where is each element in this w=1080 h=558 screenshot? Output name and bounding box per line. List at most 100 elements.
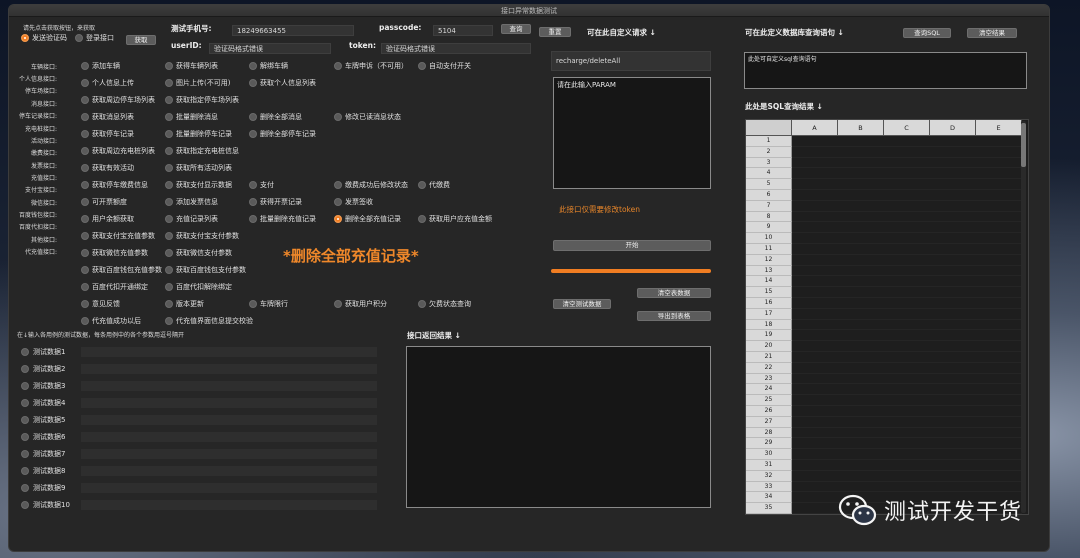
grid-cell[interactable] <box>976 319 1022 331</box>
grid-row[interactable]: 26 <box>746 405 1022 417</box>
grid-cell[interactable] <box>884 308 930 320</box>
grid-cell[interactable] <box>838 416 884 428</box>
grid-cell[interactable] <box>792 297 838 309</box>
grid-cell[interactable] <box>884 189 930 201</box>
grid-cell[interactable] <box>976 243 1022 255</box>
grid-cell[interactable] <box>884 200 930 212</box>
option-radio[interactable]: 发票签收 <box>334 198 373 207</box>
grid-row[interactable]: 23 <box>746 373 1022 385</box>
test-data-input[interactable] <box>81 398 377 408</box>
grid-cell[interactable] <box>792 179 838 190</box>
grid-cell[interactable] <box>838 427 884 439</box>
option-radio[interactable]: 可开票额度 <box>81 198 127 207</box>
grid-cell[interactable] <box>884 405 930 417</box>
grid-cell[interactable] <box>884 351 930 363</box>
test-data-input[interactable] <box>81 483 377 493</box>
grid-row[interactable]: 30 <box>746 449 1022 460</box>
grid-cell[interactable] <box>838 308 884 320</box>
option-radio[interactable]: 意见反馈 <box>81 300 120 309</box>
grid-cell[interactable] <box>930 319 976 331</box>
option-radio[interactable]: 获取支付宝支付参数 <box>165 232 239 241</box>
grid-cell[interactable] <box>884 470 930 482</box>
option-radio[interactable]: 删除全部消息 <box>249 113 302 122</box>
column-header[interactable]: A <box>792 120 838 136</box>
grid-cell[interactable] <box>792 459 838 471</box>
start-button[interactable]: 开始 <box>553 240 711 251</box>
grid-row[interactable]: 15 <box>746 287 1022 298</box>
export-button[interactable]: 导出到表格 <box>637 311 711 321</box>
grid-cell[interactable] <box>976 438 1022 450</box>
option-radio[interactable]: 代缴费 <box>418 181 450 190</box>
reset-button[interactable]: 重置 <box>539 27 571 37</box>
grid-row[interactable]: 20 <box>746 341 1022 352</box>
grid-cell[interactable] <box>976 416 1022 428</box>
test-data-input[interactable] <box>81 449 377 459</box>
test-data-row[interactable]: 测试数据4 <box>21 397 377 409</box>
grid-cell[interactable] <box>838 189 884 201</box>
grid-cell[interactable] <box>976 211 1022 223</box>
grid-cell[interactable] <box>930 211 976 223</box>
grid-cell[interactable] <box>884 157 930 169</box>
grid-row[interactable]: 4 <box>746 168 1022 180</box>
option-radio[interactable]: 用户余额获取 <box>81 215 134 224</box>
grid-cell[interactable] <box>884 449 930 460</box>
grid-cell[interactable] <box>976 189 1022 201</box>
grid-cell[interactable] <box>792 254 838 266</box>
grid-cell[interactable] <box>792 405 838 417</box>
grid-cell[interactable] <box>792 330 838 342</box>
option-radio[interactable]: 获取微信充值参数 <box>81 249 148 258</box>
option-radio[interactable]: 获取百度钱包支付参数 <box>165 266 246 275</box>
grid-cell[interactable] <box>838 405 884 417</box>
grid-cell[interactable] <box>838 351 884 363</box>
grid-cell[interactable] <box>930 351 976 363</box>
grid-cell[interactable] <box>976 179 1022 190</box>
grid-row[interactable]: 25 <box>746 395 1022 406</box>
test-data-input[interactable] <box>81 347 377 357</box>
grid-row[interactable]: 31 <box>746 459 1022 471</box>
grid-cell[interactable] <box>976 330 1022 342</box>
grid-cell[interactable] <box>792 470 838 482</box>
grid-row[interactable]: 14 <box>746 276 1022 288</box>
grid-cell[interactable] <box>884 136 930 147</box>
grid-cell[interactable] <box>976 427 1022 439</box>
grid-cell[interactable] <box>792 146 838 158</box>
param-textarea[interactable]: 请在此输入PARAM <box>553 77 711 189</box>
option-radio[interactable]: 缴费成功后修改状态 <box>334 181 408 190</box>
grid-row[interactable]: 18 <box>746 319 1022 331</box>
grid-cell[interactable] <box>792 136 838 147</box>
grid-row[interactable]: 5 <box>746 179 1022 190</box>
test-data-row[interactable]: 测试数据6 <box>21 431 377 443</box>
grid-row[interactable]: 11 <box>746 243 1022 255</box>
clear-table-button[interactable]: 清空表数据 <box>637 288 711 298</box>
grid-cell[interactable] <box>976 222 1022 234</box>
grid-cell[interactable] <box>792 492 838 504</box>
option-radio[interactable]: 添加发票信息 <box>165 198 218 207</box>
grid-cell[interactable] <box>884 287 930 298</box>
grid-cell[interactable] <box>930 341 976 352</box>
option-radio[interactable]: 获得开票记录 <box>249 198 302 207</box>
grid-cell[interactable] <box>838 222 884 234</box>
grid-cell[interactable] <box>838 297 884 309</box>
grid-cell[interactable] <box>792 243 838 255</box>
grid-cell[interactable] <box>792 168 838 180</box>
grid-cell[interactable] <box>976 308 1022 320</box>
option-radio-selected[interactable]: 删除全部充值记录 <box>334 215 401 224</box>
option-radio[interactable]: 获取有效活动 <box>81 164 134 173</box>
column-header[interactable]: B <box>838 120 884 136</box>
grid-row[interactable]: 13 <box>746 265 1022 277</box>
grid-cell[interactable] <box>884 362 930 374</box>
grid-row[interactable]: 22 <box>746 362 1022 374</box>
grid-cell[interactable] <box>976 254 1022 266</box>
test-data-input[interactable] <box>81 415 377 425</box>
test-data-input[interactable] <box>81 500 377 510</box>
grid-cell[interactable] <box>792 157 838 169</box>
userid-input[interactable]: 验证码格式错误 <box>209 43 331 54</box>
grid-row[interactable]: 2 <box>746 146 1022 158</box>
test-data-row[interactable]: 测试数据10 <box>21 499 377 511</box>
grid-cell[interactable] <box>976 373 1022 385</box>
option-radio[interactable]: 获取停车缴费信息 <box>81 181 148 190</box>
grid-cell[interactable] <box>792 384 838 396</box>
grid-cell[interactable] <box>930 243 976 255</box>
grid-cell[interactable] <box>838 341 884 352</box>
grid-cell[interactable] <box>838 287 884 298</box>
